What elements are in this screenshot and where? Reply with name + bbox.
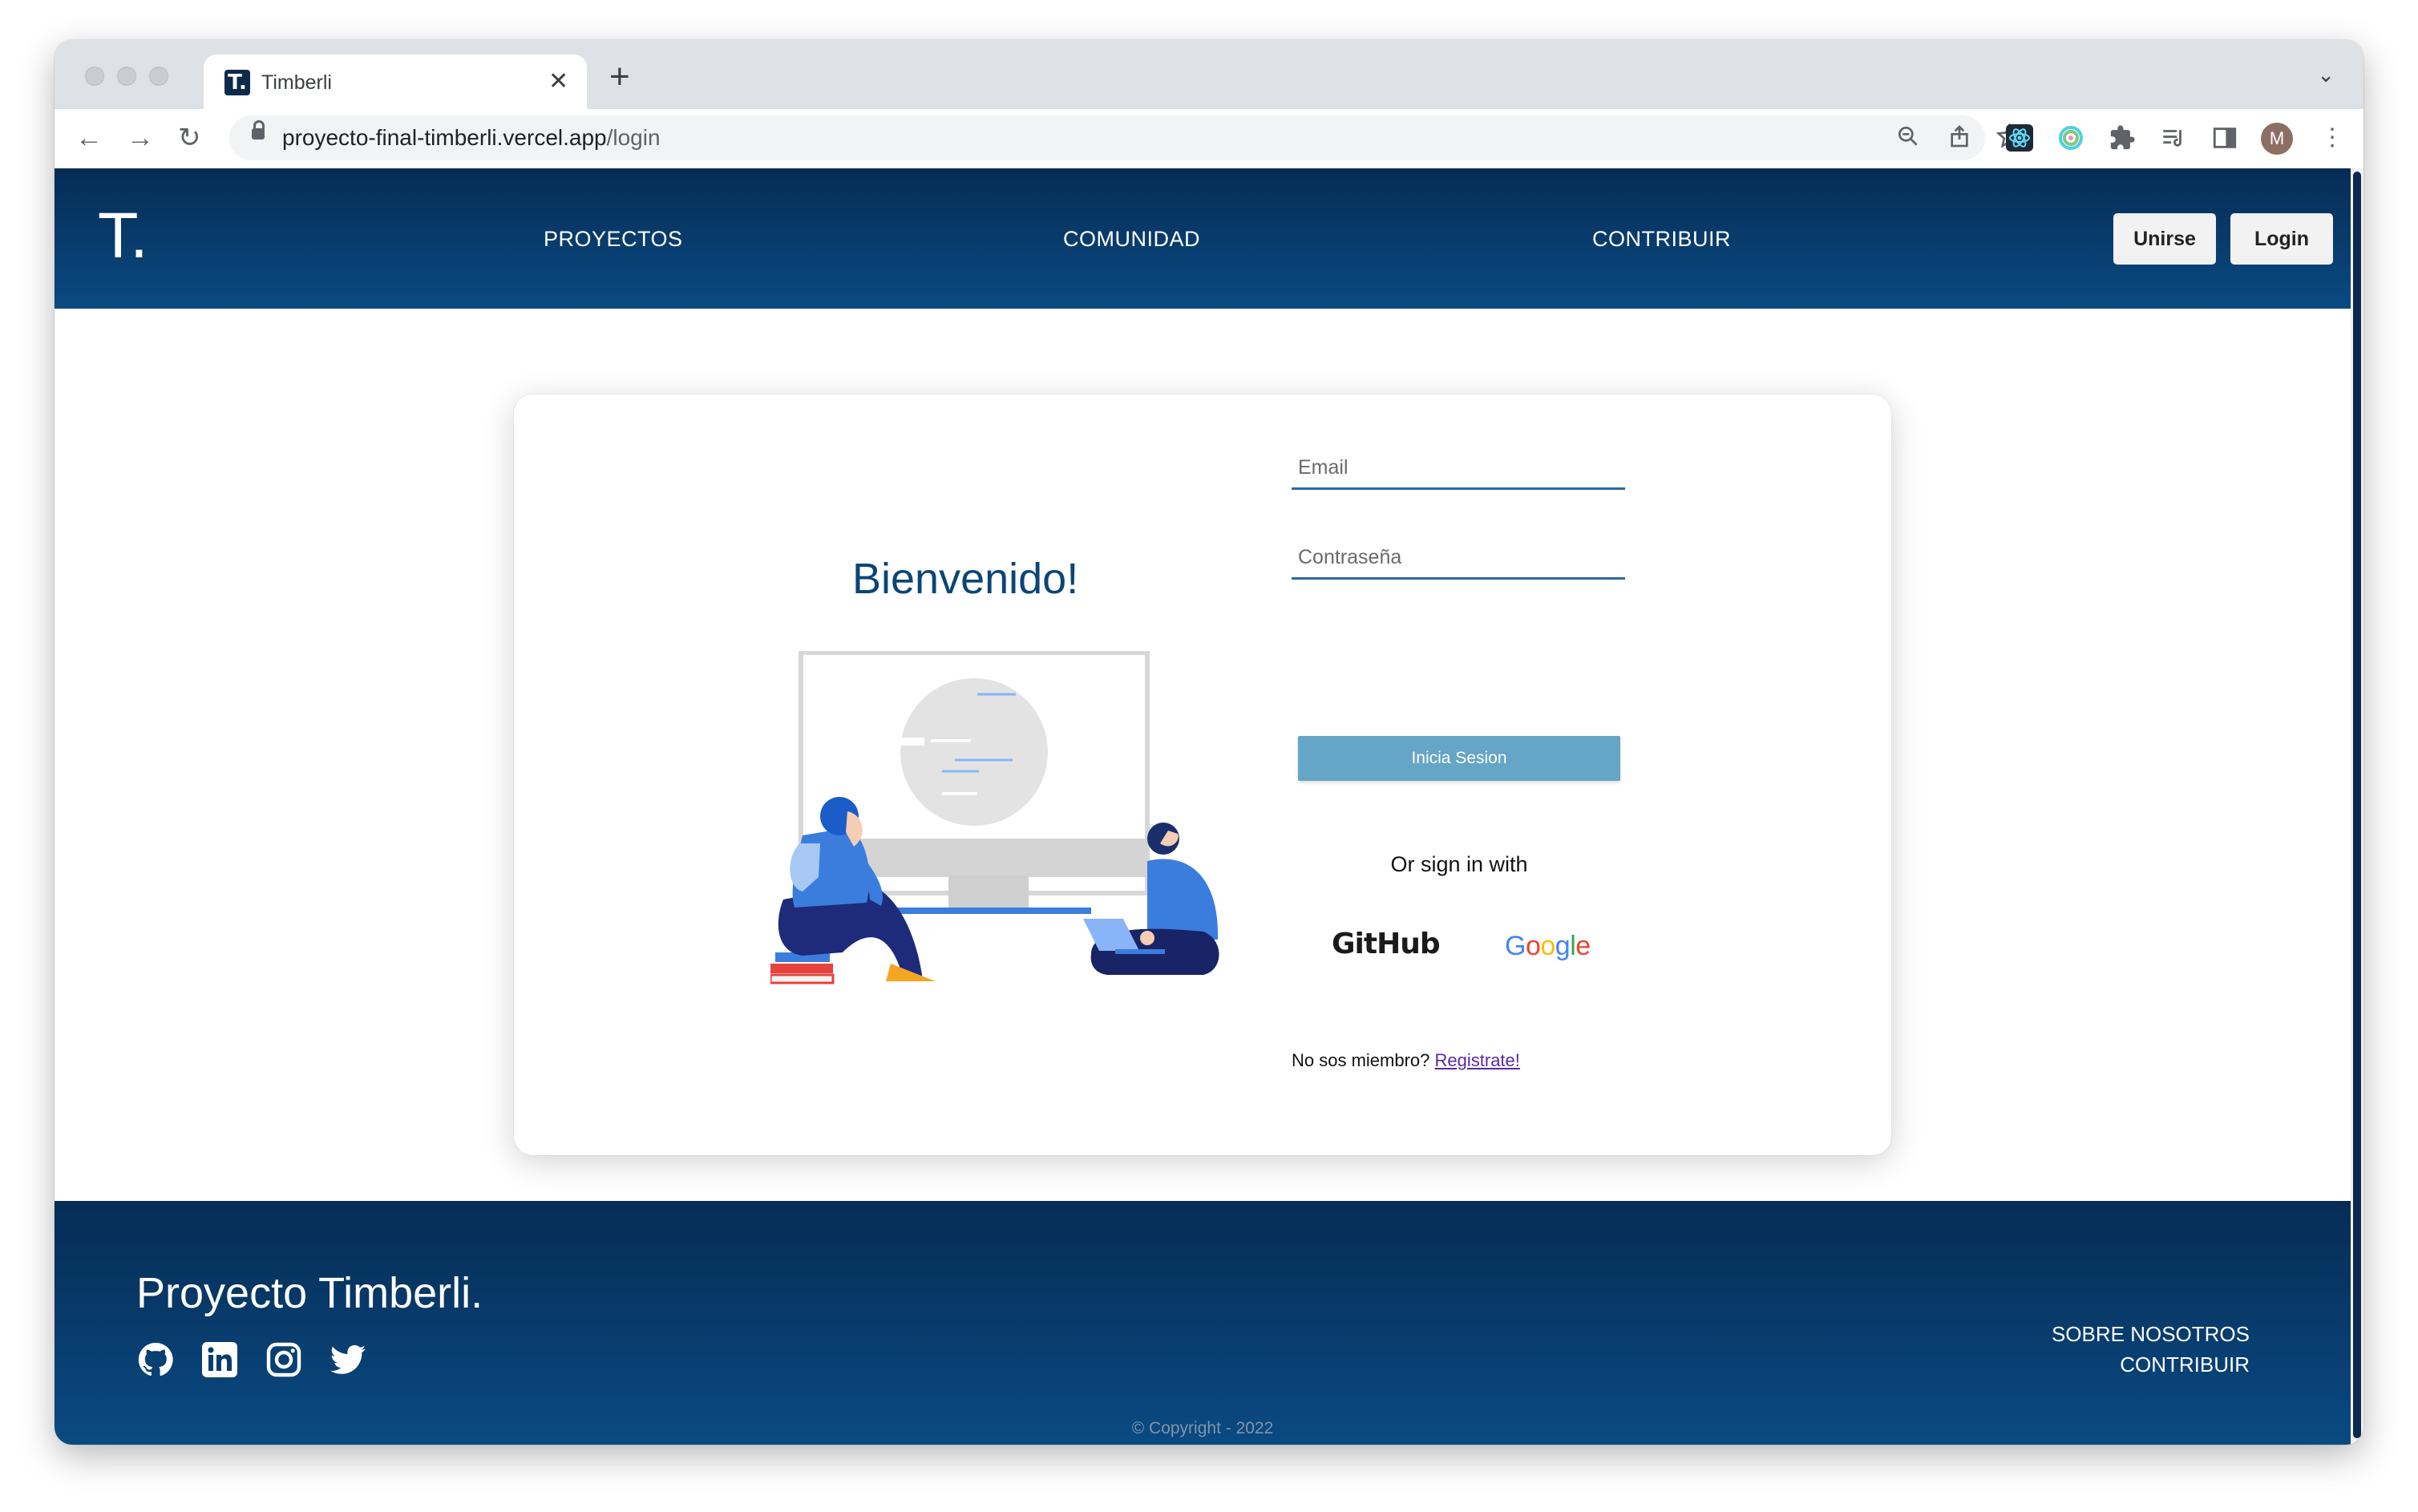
twitter-icon[interactable]	[329, 1340, 367, 1379]
tab-favicon: T.	[224, 70, 250, 95]
welcome-heading: Bienvenido!	[852, 555, 1079, 603]
instagram-icon[interactable]	[265, 1340, 303, 1379]
react-devtools-icon[interactable]	[2006, 124, 2033, 152]
address-bar[interactable]: proyecto-final-timberli.vercel.app/login	[229, 115, 2022, 160]
or-sign-in-label: Or sign in with	[1390, 852, 1528, 876]
profile-avatar[interactable]: M	[2261, 123, 2293, 155]
footer-link-contribuir[interactable]: CONTRIBUIR	[2120, 1350, 2250, 1379]
browser-window: T. Timberli ✕ + ⌄ ← → ↻ proyecto-final-t…	[55, 40, 2363, 1445]
site-footer: Proyecto Timberli. SOBRE NOSOTROS CONTRI…	[55, 1201, 2351, 1445]
scrollbar-thumb[interactable]	[2353, 172, 2361, 1438]
footer-title: Proyecto Timberli.	[136, 1269, 483, 1317]
url-text[interactable]: proyecto-final-timberli.vercel.app/login	[282, 115, 661, 160]
tab-strip: T. Timberli ✕ + ⌄	[55, 40, 2363, 109]
sign-in-button[interactable]: Inicia Sesion	[1298, 736, 1620, 781]
browser-menu-icon[interactable]: ⋮	[2320, 120, 2344, 156]
side-panel-icon[interactable]	[2211, 124, 2238, 152]
register-link[interactable]: Registrate!	[1435, 1050, 1520, 1070]
close-window-button[interactable]	[85, 67, 104, 86]
page-viewport: T. PROYECTOS COMUNIDAD CONTRIBUIR Unirse…	[55, 168, 2351, 1445]
login-card: Bienvenido! Email Inicia Sesion Or sign …	[514, 394, 1891, 1155]
new-tab-button[interactable]: +	[609, 56, 630, 98]
share-icon[interactable]	[1947, 123, 1972, 149]
password-field[interactable]	[1292, 539, 1625, 580]
login-illustration	[770, 651, 1219, 984]
password-input[interactable]	[1292, 539, 1625, 576]
site-header: T. PROYECTOS COMUNIDAD CONTRIBUIR Unirse…	[55, 168, 2351, 309]
email-field[interactable]	[1292, 449, 1625, 490]
forward-arrow-icon[interactable]: →	[127, 122, 154, 154]
google-login-button[interactable]: Google	[1505, 927, 1591, 965]
linkedin-icon[interactable]	[200, 1340, 239, 1379]
color-picker-extension-icon[interactable]	[2057, 124, 2084, 152]
github-login-button[interactable]: GitHub	[1332, 925, 1441, 964]
back-arrow-icon[interactable]: ←	[75, 122, 103, 154]
reload-icon[interactable]: ↻	[178, 122, 201, 154]
login-button[interactable]: Login	[2230, 213, 2333, 265]
zoom-icon[interactable]	[1895, 123, 1921, 149]
github-icon[interactable]	[136, 1340, 175, 1379]
page-scrollbar[interactable]	[2351, 168, 2363, 1445]
nav-proyectos[interactable]: PROYECTOS	[544, 223, 683, 255]
register-prompt: No sos miembro? Registrate!	[1292, 1049, 1520, 1073]
browser-tab[interactable]: T. Timberli ✕	[204, 55, 587, 109]
minimize-window-button[interactable]	[117, 67, 136, 86]
reading-list-icon[interactable]	[2160, 124, 2187, 152]
lock-icon[interactable]	[252, 120, 265, 139]
copyright-text: © Copyright - 2022	[1131, 1419, 1274, 1437]
nav-comunidad[interactable]: COMUNIDAD	[1063, 223, 1200, 255]
tab-title: Timberli	[261, 71, 332, 94]
member-question: No sos miembro?	[1292, 1050, 1430, 1070]
browser-toolbar: ← → ↻ proyecto-final-timberli.vercel.app…	[55, 109, 2363, 169]
extensions-puzzle-icon[interactable]	[2109, 124, 2136, 152]
zoom-window-button[interactable]	[149, 67, 168, 86]
email-input[interactable]	[1292, 449, 1625, 486]
tab-close-icon[interactable]: ✕	[548, 67, 568, 96]
nav-contribuir[interactable]: CONTRIBUIR	[1592, 223, 1731, 255]
footer-link-sobre-nosotros[interactable]: SOBRE NOSOTROS	[2052, 1320, 2250, 1348]
tab-search-chevron-icon[interactable]: ⌄	[2317, 63, 2335, 87]
site-logo[interactable]: T.	[99, 200, 149, 273]
join-button[interactable]: Unirse	[2113, 213, 2216, 265]
